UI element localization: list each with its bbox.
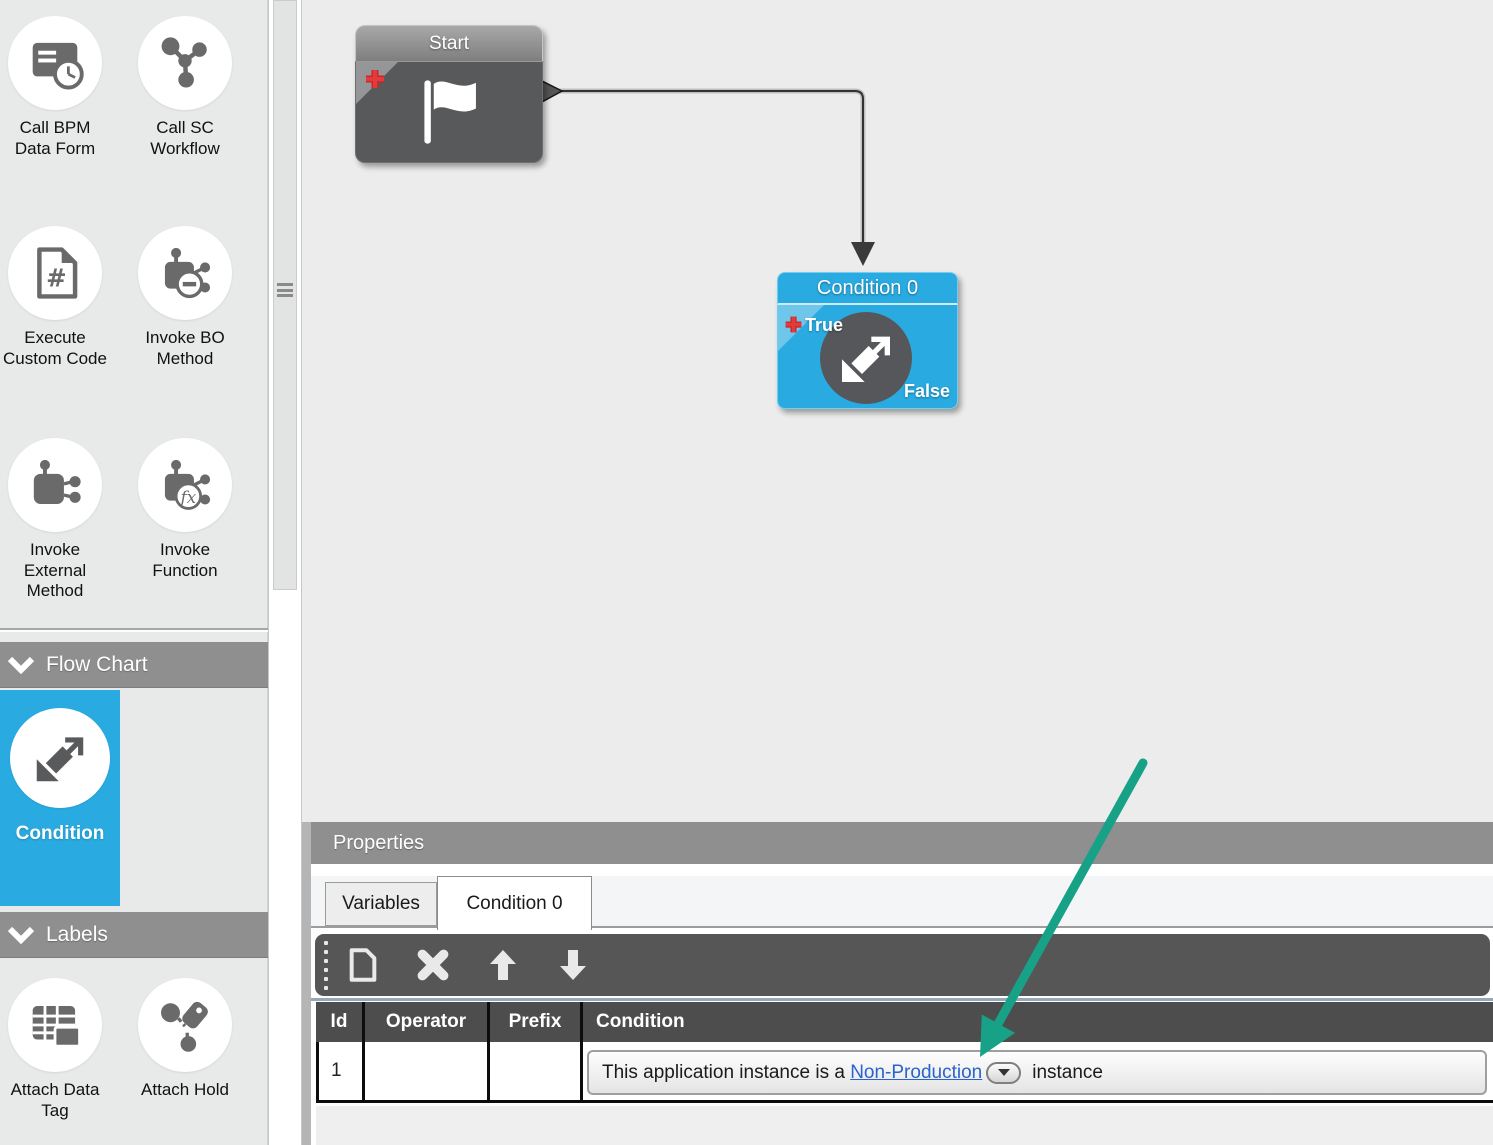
section-header-labels[interactable]: Labels <box>0 912 268 958</box>
condition-grid-header: Id Operator Prefix Condition <box>316 1002 1493 1042</box>
properties-title: Properties <box>333 831 425 854</box>
custom-code-icon: # <box>8 226 102 320</box>
palette-item-call-sc-workflow[interactable]: Call SC Workflow <box>130 16 240 159</box>
add-marker-icon[interactable] <box>363 67 387 91</box>
section-header-label: Labels <box>46 922 108 946</box>
splitter-grip-icon[interactable] <box>277 283 293 297</box>
palette-item-label: Invoke BO Method <box>145 328 225 368</box>
start-node-title: Start <box>355 25 543 61</box>
palette-item-label: Call SC Workflow <box>150 118 220 158</box>
start-node-body <box>355 61 543 163</box>
palette-item-execute-custom-code[interactable]: # Execute Custom Code <box>0 226 110 369</box>
dropdown-caret-icon[interactable] <box>986 1061 1022 1084</box>
condition-grid-toolbar <box>315 934 1490 996</box>
function-icon: fx <box>138 438 232 532</box>
add-marker-icon[interactable] <box>783 314 804 335</box>
palette-item-label: Invoke Function <box>152 540 218 580</box>
condition-text-before: This application instance is a <box>602 1061 845 1083</box>
output-port-icon <box>541 79 564 104</box>
column-header-prefix: Prefix <box>490 1002 583 1042</box>
workflow-canvas[interactable]: Start Condition 0 True False <box>302 0 1493 822</box>
palette-item-call-bpm-data-form[interactable]: Call BPM Data Form <box>0 16 110 159</box>
palette-item-invoke-external-method[interactable]: Invoke External Method <box>0 438 110 602</box>
hold-tag-icon <box>138 978 232 1072</box>
palette-canvas-splitter[interactable] <box>268 0 302 1145</box>
properties-panel: Properties Variables Condition 0 Id Oper… <box>302 822 1493 1145</box>
tab-label: Condition 0 <box>466 892 563 914</box>
properties-panel-header: Properties <box>311 822 1493 864</box>
condition-node-body: True False <box>777 305 958 409</box>
section-header-flow-chart[interactable]: Flow Chart <box>0 642 268 688</box>
toolbar-underline <box>311 998 1493 1001</box>
svg-text:fx: fx <box>179 487 197 507</box>
palette-item-label: Call BPM Data Form <box>14 118 96 158</box>
tab-variables[interactable]: Variables <box>325 882 437 926</box>
tool-palette: Call BPM Data Form Call SC Workflow # Ex… <box>0 0 268 1145</box>
palette-section-divider <box>0 628 268 632</box>
true-branch-label[interactable]: True <box>805 315 843 336</box>
move-down-icon[interactable] <box>538 934 608 996</box>
condition-table-row[interactable]: 1 This application instance is a Non-Pro… <box>316 1042 1493 1103</box>
tab-label: Variables <box>342 893 420 914</box>
column-header-id: Id <box>316 1002 365 1042</box>
chevron-down-icon <box>8 656 34 674</box>
non-production-link[interactable]: Non-Production <box>850 1062 982 1084</box>
chevron-down-icon <box>8 926 34 944</box>
condition-arrows-icon <box>10 708 110 808</box>
row-operator-cell[interactable] <box>365 1042 490 1100</box>
column-header-operator: Operator <box>365 1002 490 1042</box>
data-tag-icon <box>8 978 102 1072</box>
section-header-label: Flow Chart <box>46 652 148 676</box>
properties-left-gutter <box>302 822 311 1145</box>
false-branch-label[interactable]: False <box>904 381 950 402</box>
svg-text:#: # <box>46 263 67 292</box>
palette-item-label: Condition <box>15 823 105 844</box>
condition-text-after: instance <box>1032 1061 1104 1083</box>
palette-item-attach-hold[interactable]: Attach Hold <box>130 978 240 1101</box>
delete-icon[interactable] <box>398 934 468 996</box>
palette-item-label: Invoke External Method <box>23 540 87 601</box>
workflow-designer-window: Call BPM Data Form Call SC Workflow # Ex… <box>0 0 1493 1145</box>
palette-item-label: Attach Hold <box>141 1080 229 1099</box>
column-header-condition: Condition <box>596 1011 685 1032</box>
splitter-track[interactable] <box>273 0 297 590</box>
grid-empty-area <box>316 1106 1493 1145</box>
move-up-icon[interactable] <box>468 934 538 996</box>
tab-condition-0[interactable]: Condition 0 <box>437 876 592 930</box>
palette-item-invoke-function[interactable]: fx Invoke Function <box>130 438 240 581</box>
palette-item-condition-selected[interactable]: Condition <box>0 690 120 906</box>
condition-node[interactable]: Condition 0 True False <box>777 272 958 411</box>
palette-item-label: Attach Data Tag <box>10 1080 100 1120</box>
new-document-icon[interactable] <box>328 934 398 996</box>
row-prefix-cell[interactable] <box>490 1042 583 1100</box>
row-id-cell: 1 <box>316 1042 365 1100</box>
properties-tabstrip: Variables Condition 0 <box>311 876 1493 930</box>
condition-node-title: Condition 0 <box>777 272 958 305</box>
external-method-icon <box>8 438 102 532</box>
start-node[interactable]: Start <box>355 25 543 163</box>
row-condition-cell: This application instance is a Non-Produ… <box>583 1042 1493 1100</box>
start-flag-icon <box>408 73 490 151</box>
bo-method-icon <box>138 226 232 320</box>
condition-expression-box[interactable]: This application instance is a Non-Produ… <box>587 1050 1487 1095</box>
palette-item-attach-data-tag[interactable]: Attach Data Tag <box>0 978 110 1121</box>
bpm-data-form-icon <box>8 16 102 110</box>
sc-workflow-icon <box>138 16 232 110</box>
palette-item-invoke-bo-method[interactable]: Invoke BO Method <box>130 226 240 369</box>
palette-item-label: Execute Custom Code <box>3 328 107 368</box>
